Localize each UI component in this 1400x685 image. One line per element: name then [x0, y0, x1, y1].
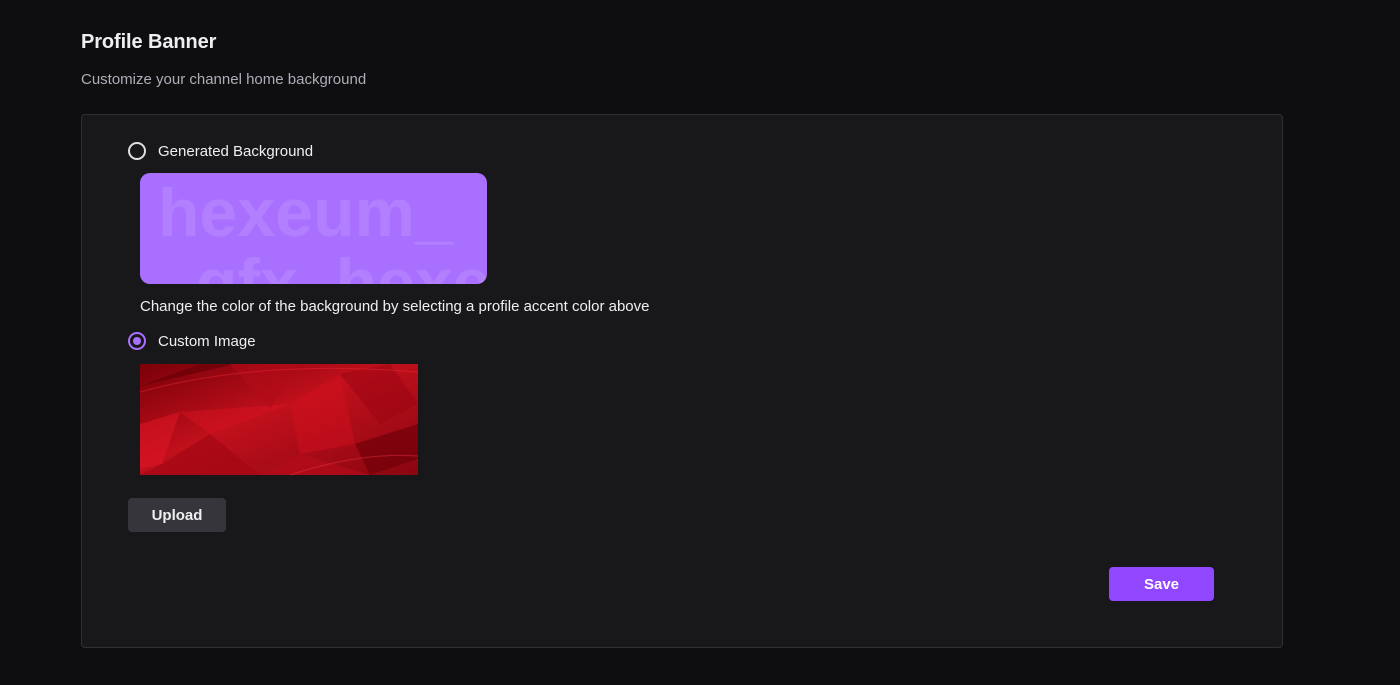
- red-abstract-banner-image: [140, 364, 418, 475]
- generated-background-radio[interactable]: [128, 142, 146, 160]
- custom-image-radio[interactable]: [128, 332, 146, 350]
- upload-button[interactable]: Upload: [128, 498, 226, 532]
- generated-background-option[interactable]: Generated Background: [128, 142, 313, 160]
- section-subtitle: Customize your channel home background: [81, 71, 367, 88]
- generated-preview-text: _gfx_hexeu: [158, 245, 487, 284]
- custom-image-label: Custom Image: [158, 332, 256, 350]
- custom-image-option[interactable]: Custom Image: [128, 332, 256, 350]
- banner-options-panel: Generated Background hexeum_ _gfx_hexeu …: [81, 114, 1283, 648]
- section-title: Profile Banner: [81, 31, 217, 53]
- generated-preview-text: hexeum_: [158, 175, 453, 251]
- custom-banner-image: [140, 364, 418, 475]
- profile-banner-settings: Profile Banner Customize your channel ho…: [0, 0, 1400, 685]
- generated-background-preview: hexeum_ _gfx_hexeu: [140, 173, 487, 284]
- generated-background-helper-text: Change the color of the background by se…: [140, 298, 650, 315]
- generated-background-label: Generated Background: [158, 142, 314, 160]
- save-button[interactable]: Save: [1109, 567, 1214, 601]
